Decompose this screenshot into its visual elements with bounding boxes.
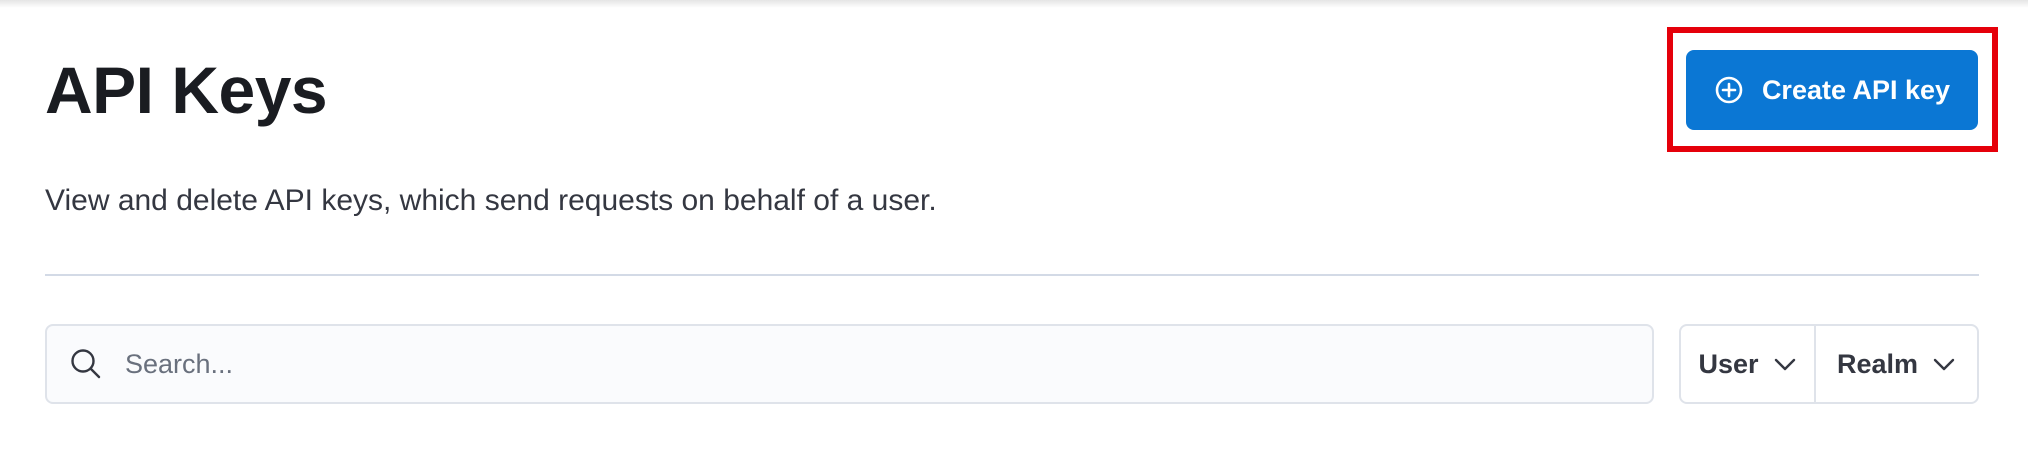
plus-in-circle-icon [1714, 75, 1744, 105]
user-filter-label: User [1698, 348, 1759, 379]
realm-filter-button[interactable]: Realm [1816, 326, 1977, 402]
user-filter-button[interactable]: User [1681, 326, 1816, 402]
divider [45, 274, 1979, 276]
page-title: API Keys [45, 53, 328, 127]
search-box[interactable] [45, 324, 1654, 404]
chevron-down-icon [1773, 352, 1797, 376]
create-api-key-button[interactable]: Create API key [1686, 50, 1978, 130]
search-icon [69, 347, 103, 381]
top-shadow [0, 0, 2028, 8]
realm-filter-label: Realm [1836, 348, 1919, 379]
page-description: View and delete API keys, which send req… [45, 184, 937, 217]
create-api-key-label: Create API key [1761, 74, 1951, 105]
chevron-down-icon [1932, 352, 1956, 376]
search-input[interactable] [123, 333, 1652, 395]
filter-group: User Realm [1679, 324, 1979, 404]
